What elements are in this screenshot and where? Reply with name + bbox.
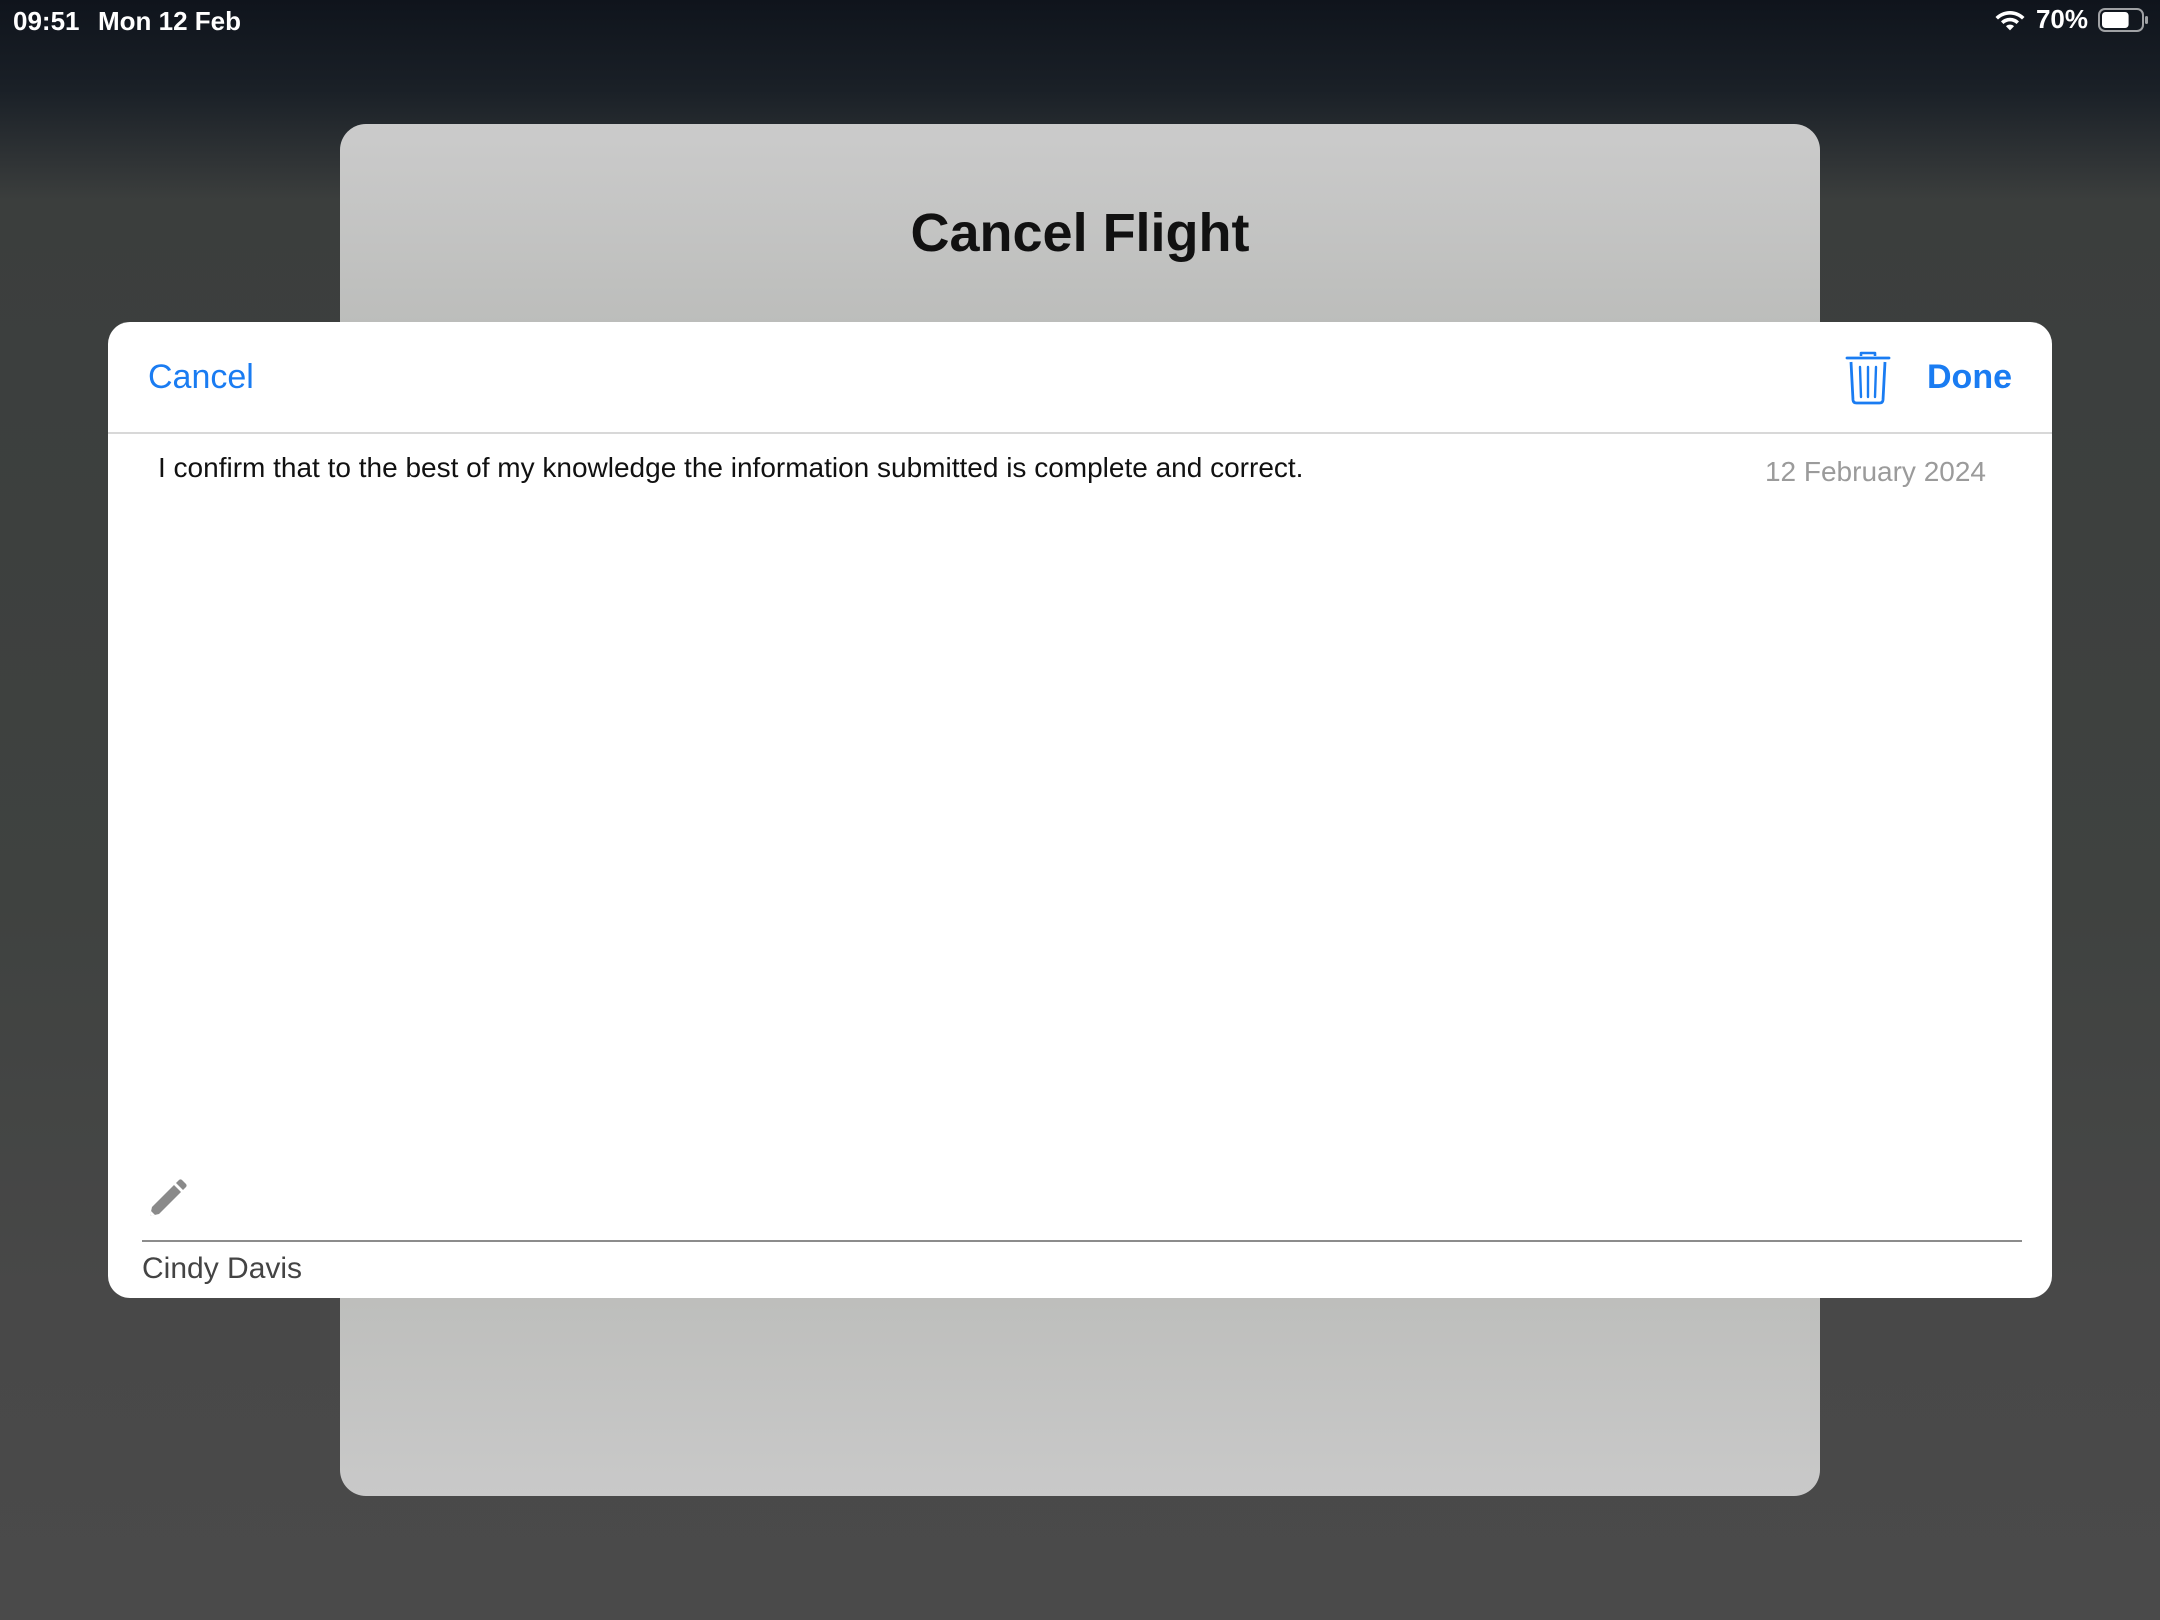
signature-modal: Cancel Done I confirm that to the best o… — [108, 322, 2052, 1298]
battery-percent: 70% — [2035, 4, 2088, 34]
status-bar: 09:51 Mon 12 Feb 70% — [0, 0, 2160, 40]
wifi-icon — [1995, 10, 2025, 30]
status-time: 09:51 — [13, 6, 80, 36]
signer-name: Cindy Davis — [142, 1252, 303, 1285]
status-indicators: 70% — [1994, 4, 2150, 35]
pencil-icon — [150, 1179, 187, 1216]
done-button[interactable]: Done — [1927, 358, 2012, 397]
modal-header: Cancel Done — [108, 322, 2052, 434]
cancel-button[interactable]: Cancel — [148, 358, 254, 397]
signature-line — [142, 1240, 2022, 1242]
sheet-title: Cancel Flight — [910, 203, 1250, 263]
status-date: Mon 12 Feb — [98, 6, 242, 36]
signature-date: 12 February 2024 — [1764, 456, 1986, 487]
confirmation-text: I confirm that to the best of my knowled… — [158, 452, 1304, 483]
clear-signature-button[interactable] — [1843, 350, 1893, 406]
signature-pad[interactable] — [142, 522, 2022, 1162]
battery-icon — [2098, 7, 2148, 32]
trash-icon — [1845, 351, 1891, 405]
